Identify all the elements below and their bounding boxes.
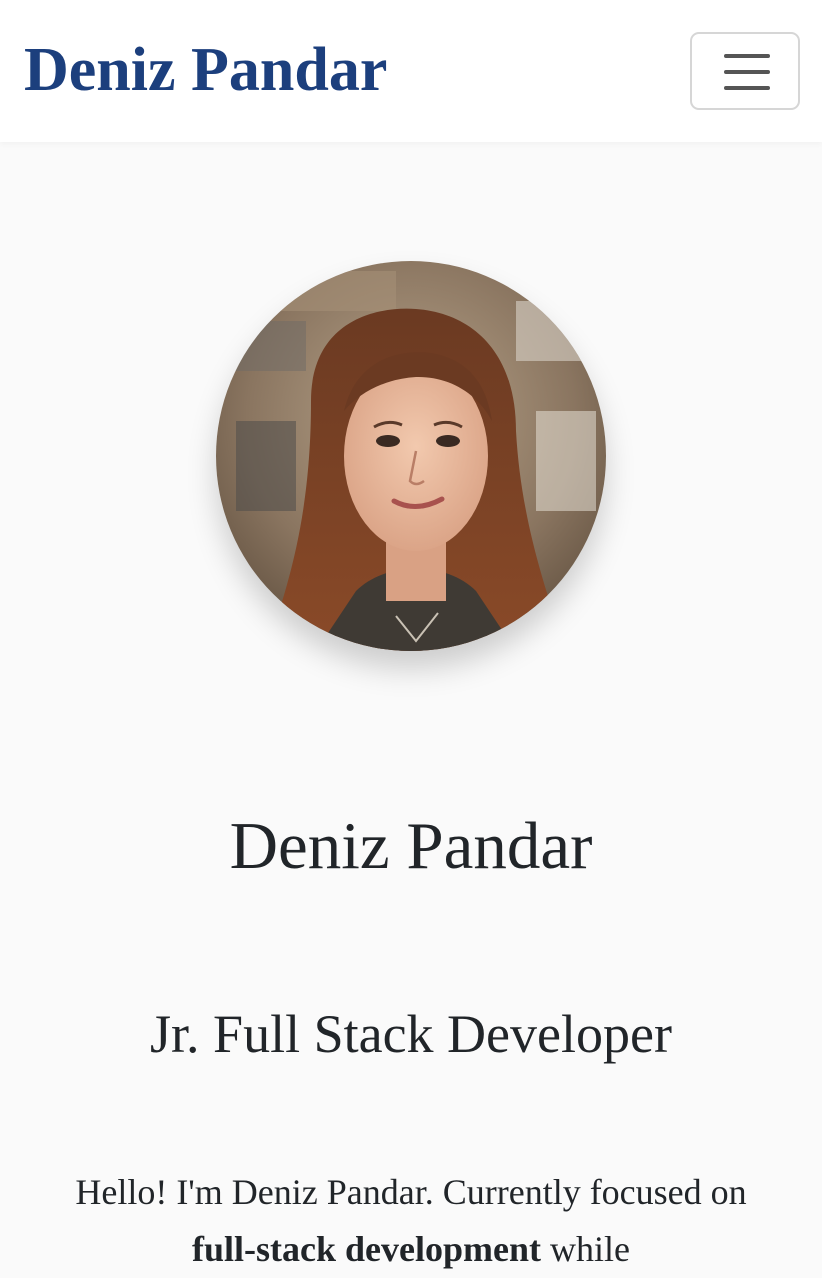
hamburger-bar <box>724 54 770 58</box>
hamburger-bar <box>724 70 770 74</box>
profile-photo <box>216 261 606 651</box>
hamburger-bar <box>724 86 770 90</box>
profile-role: Jr. Full Stack Developer <box>150 1004 672 1064</box>
brand-link[interactable]: Deniz Pandar <box>24 34 387 106</box>
intro-text-part: while <box>541 1229 630 1269</box>
profile-name: Deniz Pandar <box>229 809 593 883</box>
hamburger-menu-icon <box>724 54 770 90</box>
hero-section: Deniz Pandar Jr. Full Stack Developer He… <box>0 142 822 1278</box>
profile-photo-illustration <box>216 261 606 651</box>
navbar-toggle-button[interactable] <box>690 32 800 110</box>
intro-text: Hello! I'm Deniz Pandar. Currently focus… <box>60 1164 762 1278</box>
intro-highlight: full-stack development <box>192 1229 541 1269</box>
navbar: Deniz Pandar <box>0 0 822 142</box>
intro-text-part: Hello! I'm Deniz Pandar. Currently focus… <box>75 1172 747 1212</box>
